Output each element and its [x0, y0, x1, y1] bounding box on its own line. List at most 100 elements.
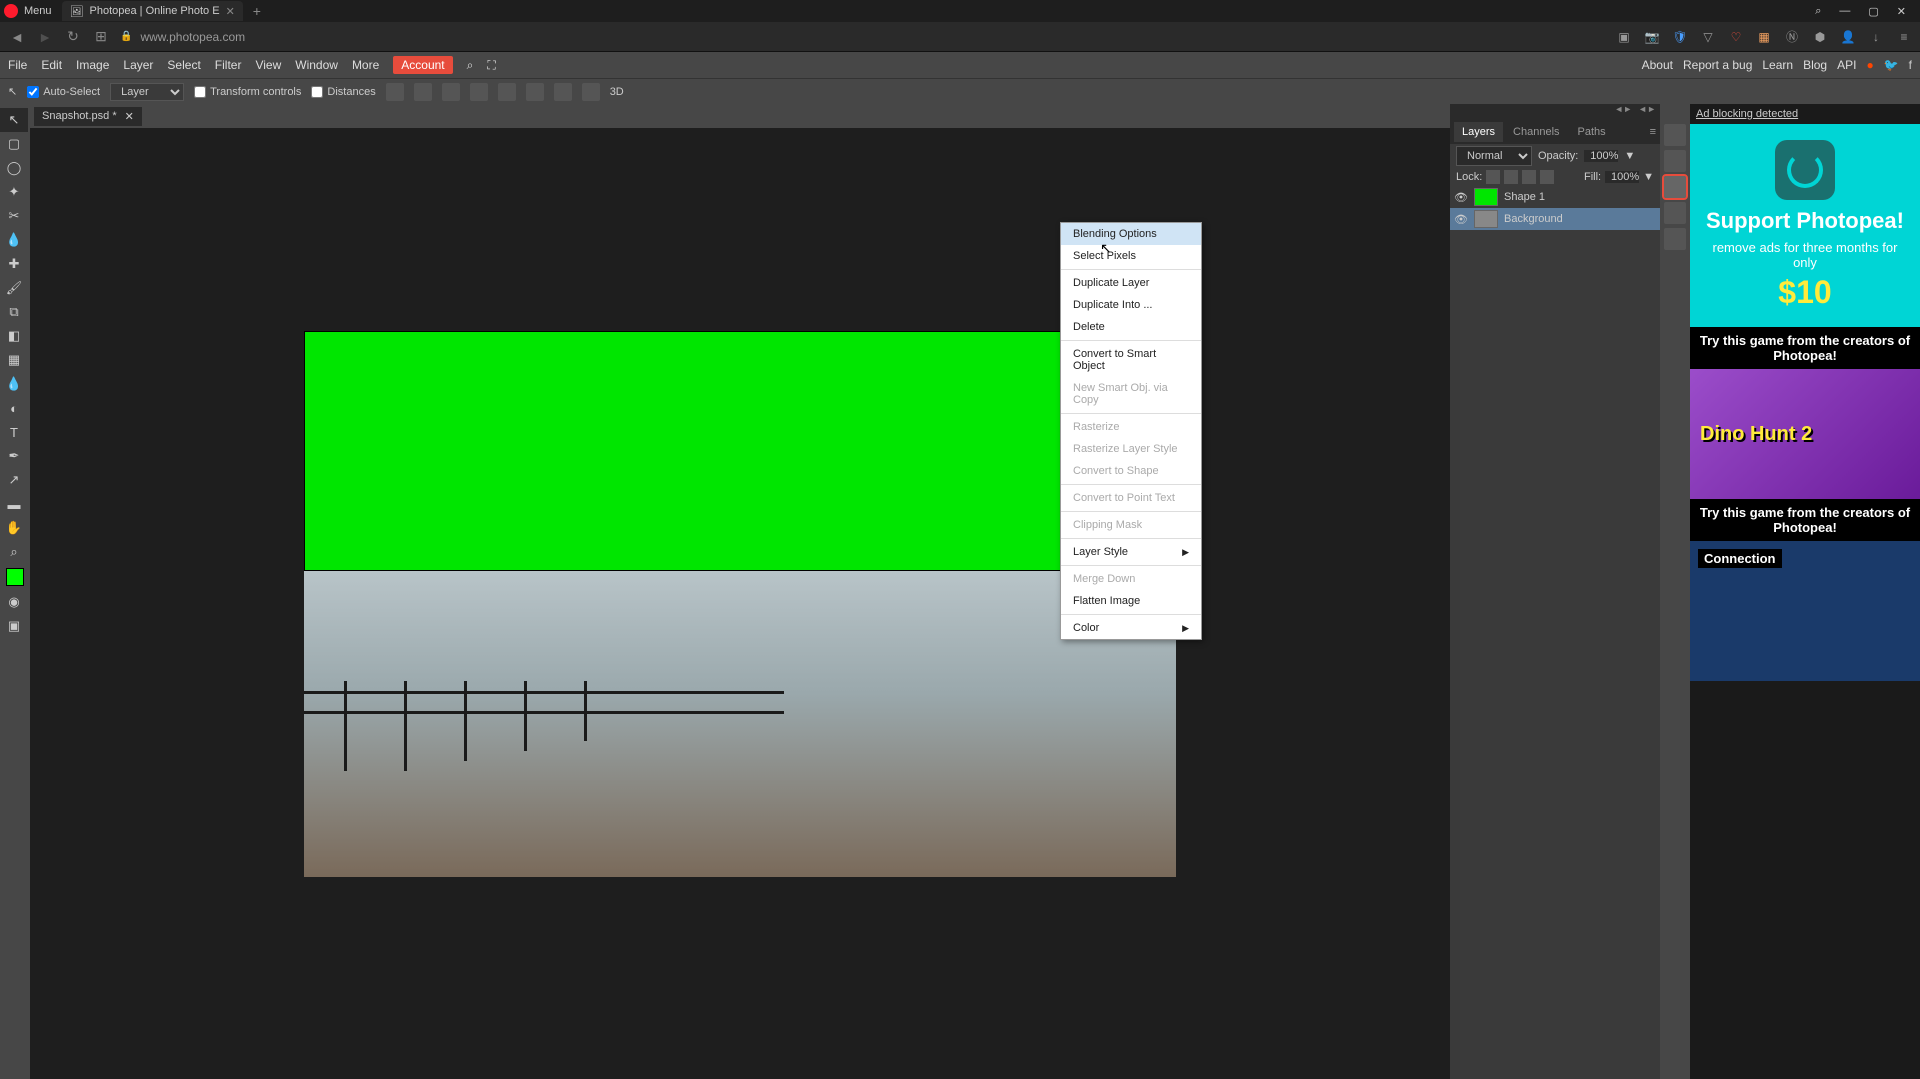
canvas[interactable] [304, 331, 1176, 877]
camera-icon[interactable]: 📷 [1644, 29, 1660, 45]
menu-file[interactable]: File [8, 58, 27, 72]
heal-tool[interactable]: ✚ [0, 252, 28, 276]
layer-thumbnail[interactable] [1474, 210, 1498, 228]
hand-tool[interactable]: ✋ [0, 516, 28, 540]
panel-menu-icon[interactable]: ≡ [1650, 126, 1656, 138]
panel-collapse-icon[interactable]: ◄► [1614, 104, 1632, 120]
heart-icon[interactable]: ♡ [1728, 29, 1744, 45]
history-panel-icon[interactable] [1664, 124, 1686, 146]
green-shape[interactable] [304, 331, 1176, 571]
back-button[interactable]: ◄ [8, 29, 26, 45]
reload-button[interactable]: ↻ [64, 28, 82, 45]
download-icon[interactable]: ↓ [1868, 29, 1884, 45]
zoom-tool[interactable]: ⌕ [0, 540, 28, 564]
link-about[interactable]: About [1642, 58, 1673, 72]
ctx-item[interactable]: Duplicate Layer [1061, 272, 1201, 294]
opacity-value[interactable]: 100% [1584, 150, 1618, 162]
ctx-item[interactable]: Layer Style▶ [1061, 541, 1201, 563]
ctx-item[interactable]: Duplicate Into ... [1061, 294, 1201, 316]
maximize-icon[interactable]: ▢ [1868, 5, 1878, 18]
crop-tool[interactable]: ✂ [0, 204, 28, 228]
new-tab-button[interactable]: + [253, 3, 261, 19]
ctx-item[interactable]: Color▶ [1061, 617, 1201, 639]
marquee-tool[interactable]: ▢ [0, 132, 28, 156]
ctx-item[interactable]: Blending Options [1061, 223, 1201, 245]
align-icon-2[interactable] [414, 83, 432, 101]
layer-row[interactable]: 👁 Shape 1 [1450, 186, 1660, 208]
ctx-item[interactable]: Delete [1061, 316, 1201, 338]
link-api[interactable]: API [1837, 58, 1856, 72]
lock-full-icon[interactable] [1540, 170, 1554, 184]
ctx-item[interactable]: Convert to Smart Object [1061, 343, 1201, 377]
eraser-tool[interactable]: ◧ [0, 324, 28, 348]
document-tab[interactable]: Snapshot.psd * ✕ [34, 107, 142, 126]
wand-tool[interactable]: ✦ [0, 180, 28, 204]
search-icon[interactable]: ⌕ [1815, 5, 1821, 18]
link-learn[interactable]: Learn [1762, 58, 1793, 72]
tab-close-icon[interactable]: ✕ [226, 5, 235, 18]
tab-paths[interactable]: Paths [1570, 122, 1614, 142]
gradient-tool[interactable]: ▦ [0, 348, 28, 372]
blend-mode-select[interactable]: Normal [1456, 146, 1532, 166]
search-tool-icon[interactable]: ⌕ [467, 58, 474, 73]
distr-icon-1[interactable] [526, 83, 544, 101]
ext1-icon[interactable]: ▦ [1756, 29, 1772, 45]
account-button[interactable]: Account [393, 56, 452, 74]
shape-tool[interactable]: ▬ [0, 492, 28, 516]
lasso-tool[interactable]: ◯ [0, 156, 28, 180]
panel-collapse-icon-2[interactable]: ◄► [1638, 104, 1656, 120]
browser-tab[interactable]: 🖼 Photopea | Online Photo E ✕ [62, 1, 243, 21]
distr-icon-2[interactable] [554, 83, 572, 101]
screenmode-icon[interactable]: ▣ [0, 614, 28, 638]
transform-controls-checkbox[interactable]: Transform controls [194, 86, 301, 98]
apps-icon[interactable]: ⊞ [92, 28, 110, 45]
lock-pixels-icon[interactable] [1486, 170, 1500, 184]
align-icon-4[interactable] [470, 83, 488, 101]
auto-select-checkbox[interactable]: Auto-Select [27, 86, 100, 98]
move-tool[interactable]: ↖ [0, 108, 28, 132]
browser-menu[interactable]: Menu [24, 5, 52, 17]
ext2-icon[interactable]: Ⓝ [1784, 29, 1800, 45]
info-panel-icon[interactable] [1664, 202, 1686, 224]
ctx-item[interactable]: Flatten Image [1061, 590, 1201, 612]
support-ad[interactable]: Support Photopea! remove ads for three m… [1690, 124, 1920, 327]
reddit-icon[interactable]: ● [1866, 58, 1873, 72]
menu-window[interactable]: Window [295, 58, 338, 72]
quickmask-icon[interactable]: ◉ [0, 590, 28, 614]
align-icon-5[interactable] [498, 83, 516, 101]
distr-icon-3[interactable] [582, 83, 600, 101]
sidebar-icon[interactable]: ≡ [1896, 29, 1912, 45]
fill-dropdown-icon[interactable]: ▼ [1643, 171, 1654, 183]
link-blog[interactable]: Blog [1803, 58, 1827, 72]
minimize-icon[interactable]: — [1839, 5, 1850, 18]
url-text[interactable]: www.photopea.com [140, 30, 245, 44]
layer-row[interactable]: 👁 Background [1450, 208, 1660, 230]
brush-tool[interactable]: 🖌 [0, 276, 28, 300]
auto-select-type[interactable]: Layer [110, 83, 184, 101]
layers-panel-icon[interactable] [1664, 176, 1686, 198]
type-tool[interactable]: T [0, 420, 28, 444]
lock-pos-icon[interactable] [1504, 170, 1518, 184]
menu-image[interactable]: Image [76, 58, 109, 72]
document-tab-close-icon[interactable]: ✕ [125, 110, 134, 123]
menu-select[interactable]: Select [167, 58, 200, 72]
profile-icon[interactable]: 👤 [1840, 29, 1856, 45]
blur-tool[interactable]: 💧 [0, 372, 28, 396]
visibility-icon[interactable]: 👁 [1454, 213, 1468, 226]
layer-thumbnail[interactable] [1474, 188, 1498, 206]
layer-name[interactable]: Shape 1 [1504, 191, 1545, 203]
tab-channels[interactable]: Channels [1505, 122, 1567, 142]
menu-edit[interactable]: Edit [41, 58, 62, 72]
path-tool[interactable]: ↗ [0, 468, 28, 492]
twitter-icon[interactable]: 🐦 [1884, 58, 1899, 72]
pen-tool[interactable]: ✒ [0, 444, 28, 468]
menu-filter[interactable]: Filter [215, 58, 242, 72]
char-panel-icon[interactable] [1664, 228, 1686, 250]
game-ad-1[interactable]: Try this game from the creators of Photo… [1690, 327, 1920, 499]
game-ad-2[interactable]: Try this game from the creators of Photo… [1690, 499, 1920, 681]
align-icon-1[interactable] [386, 83, 404, 101]
close-icon[interactable]: ✕ [1897, 5, 1906, 18]
link-report[interactable]: Report a bug [1683, 58, 1752, 72]
facebook-icon[interactable]: f [1909, 58, 1912, 72]
fill-value[interactable]: 100% [1605, 171, 1639, 183]
